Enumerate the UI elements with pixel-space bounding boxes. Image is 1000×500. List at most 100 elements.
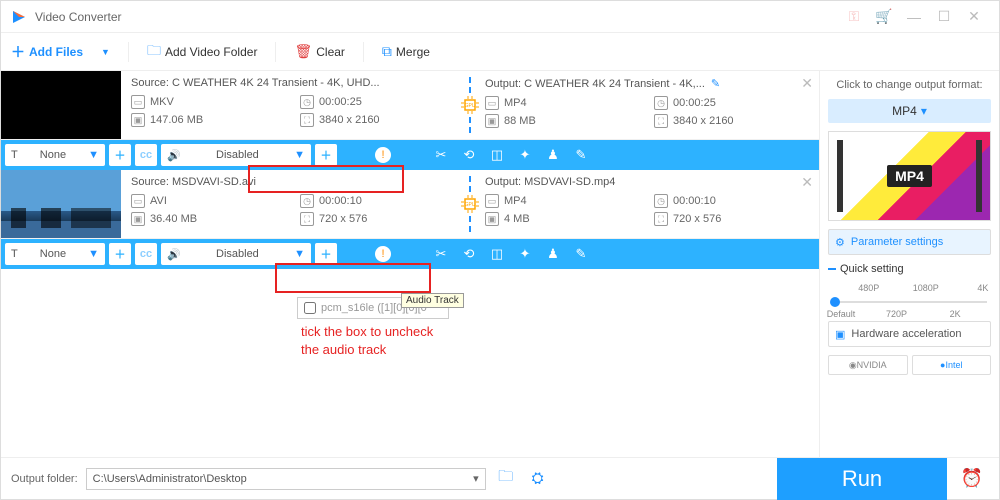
parameter-settings-button[interactable]: ⚙Parameter settings	[828, 229, 991, 255]
minimize-icon[interactable]: —	[899, 9, 929, 25]
nvidia-chip[interactable]: ◉ NVIDIA	[828, 355, 908, 375]
audio-track-checkbox[interactable]	[304, 302, 316, 314]
format-icon: ▭	[131, 194, 145, 208]
add-files-dropdown-icon[interactable]: ▼	[101, 47, 110, 57]
cc-button[interactable]: cc	[135, 243, 157, 265]
resolution-icon: ⛶	[654, 114, 668, 128]
add-subtitle-button[interactable]: ＋	[109, 243, 131, 265]
duration-icon: ◷	[300, 95, 314, 109]
duration-icon: ◷	[300, 194, 314, 208]
size-icon: ▣	[485, 212, 499, 226]
output-format-title: Click to change output format:	[828, 79, 991, 91]
video-thumbnail[interactable]	[1, 71, 121, 139]
output-filename: Output: C WEATHER 4K 24 Transient - 4K,.…	[485, 78, 705, 90]
format-icon: ▭	[485, 96, 499, 110]
format-preview[interactable]: MP4	[828, 131, 991, 221]
side-panel: Click to change output format: MP4▾ MP4 …	[819, 71, 999, 457]
watermark-icon[interactable]: ♟	[541, 243, 565, 265]
add-subtitle-button[interactable]: ＋	[109, 144, 131, 166]
title-bar: Video Converter ⚿ 🛒 — ☐ ✕	[1, 1, 999, 33]
add-files-button[interactable]: ＋Add Files	[11, 42, 83, 62]
format-icon: ▭	[131, 95, 145, 109]
video-thumbnail[interactable]	[1, 170, 121, 238]
audio-select[interactable]: 🔊Disabled▼	[161, 243, 311, 265]
edit-output-icon[interactable]: ✎	[711, 78, 720, 90]
size-icon: ▣	[131, 113, 145, 127]
maximize-icon[interactable]: ☐	[929, 8, 959, 25]
gpu-icon: GPU	[459, 193, 481, 215]
subtitle-select[interactable]: TNone▼	[5, 243, 105, 265]
subtitle-select[interactable]: TNone▼	[5, 144, 105, 166]
edit-icon[interactable]: ✎	[569, 243, 593, 265]
source-filename: Source: C WEATHER 4K 24 Transient - 4K, …	[131, 77, 455, 89]
audio-track-tooltip: Audio Track	[401, 293, 464, 308]
open-folder-icon[interactable]: 🗀	[494, 466, 518, 491]
remove-item-icon[interactable]: ✕	[801, 75, 813, 92]
svg-text:GPU: GPU	[465, 103, 476, 109]
toolbar: ＋Add Files ▼ 🗀Add Video Folder 🗑Clear ⧉M…	[1, 33, 999, 71]
folder-icon: 🗀	[147, 40, 161, 64]
file-item: Source: MSDVAVI-SD.avi ▭AVI ◷00:00:10 ▣3…	[1, 170, 819, 239]
speaker-icon: 🔊	[167, 248, 181, 261]
cc-button[interactable]: cc	[135, 144, 157, 166]
output-folder-input[interactable]: C:\Users\Administrator\Desktop▾	[86, 468, 486, 490]
merge-button[interactable]: ⧉Merge	[382, 43, 430, 60]
sliders-icon: ⚙	[835, 236, 845, 249]
edit-icon[interactable]: ✎	[569, 144, 593, 166]
cut-icon[interactable]: ✂	[429, 243, 453, 265]
audio-select[interactable]: 🔊Disabled▼	[161, 144, 311, 166]
close-icon[interactable]: ✕	[959, 8, 989, 25]
remove-item-icon[interactable]: ✕	[801, 174, 813, 191]
resolution-icon: ⛶	[654, 212, 668, 226]
rotate-icon[interactable]: ⟲	[457, 243, 481, 265]
add-audio-button[interactable]: ＋	[315, 243, 337, 265]
speaker-icon: 🔊	[167, 149, 181, 162]
file-item: Source: C WEATHER 4K 24 Transient - 4K, …	[1, 71, 819, 140]
crop-icon[interactable]: ◫	[485, 144, 509, 166]
register-icon[interactable]: ⚿	[839, 8, 869, 25]
info-icon[interactable]: !	[375, 246, 391, 262]
scheduler-icon[interactable]: ⏰	[955, 468, 989, 489]
resolution-icon: ⛶	[300, 113, 314, 127]
gpu-icon: GPU	[459, 94, 481, 116]
chip-icon: ▣	[835, 328, 845, 341]
bottom-bar: Output folder: C:\Users\Administrator\De…	[1, 457, 999, 499]
crop-icon[interactable]: ◫	[485, 243, 509, 265]
resolution-icon: ⛶	[300, 212, 314, 226]
add-audio-button[interactable]: ＋	[315, 144, 337, 166]
cut-icon[interactable]: ✂	[429, 144, 453, 166]
rotate-icon[interactable]: ⟲	[457, 144, 481, 166]
duration-icon: ◷	[654, 194, 668, 208]
caret-down-icon: ▾	[921, 104, 927, 118]
output-filename: Output: MSDVAVI-SD.mp4	[485, 176, 809, 188]
quality-slider[interactable]: 480P 1080P 4K Default 720P 2K	[828, 283, 991, 313]
size-icon: ▣	[131, 212, 145, 226]
output-folder-label: Output folder:	[11, 473, 78, 485]
svg-text:GPU: GPU	[465, 202, 476, 208]
app-title: Video Converter	[35, 10, 839, 24]
size-icon: ▣	[485, 114, 499, 128]
item-action-bar: TNone▼ ＋ cc 🔊Disabled▼ ＋ ! ✂ ⟲ ◫ ✦ ♟ ✎	[1, 239, 819, 269]
effects-icon[interactable]: ✦	[513, 243, 537, 265]
effects-icon[interactable]: ✦	[513, 144, 537, 166]
intel-chip[interactable]: ● Intel	[912, 355, 992, 375]
info-icon[interactable]: !	[375, 147, 391, 163]
trash-icon: 🗑	[294, 43, 312, 60]
quick-setting-label: Quick setting	[828, 263, 991, 275]
watermark-icon[interactable]: ♟	[541, 144, 565, 166]
output-settings-icon[interactable]: ⛭	[526, 470, 550, 487]
run-button[interactable]: Run	[777, 458, 947, 500]
instruction-annotation: tick the box to uncheck the audio track	[301, 323, 433, 359]
slider-thumb[interactable]	[830, 297, 840, 307]
output-format-button[interactable]: MP4▾	[828, 99, 991, 123]
source-filename: Source: MSDVAVI-SD.avi	[131, 176, 455, 188]
format-icon: ▭	[485, 194, 499, 208]
duration-icon: ◷	[654, 96, 668, 110]
hardware-accel-button[interactable]: ▣Hardware acceleration	[828, 321, 991, 347]
merge-icon: ⧉	[382, 43, 392, 60]
cart-icon[interactable]: 🛒	[869, 8, 899, 25]
app-logo-icon	[11, 9, 27, 25]
add-video-folder-button[interactable]: 🗀Add Video Folder	[147, 40, 258, 64]
clear-button[interactable]: 🗑Clear	[294, 43, 344, 60]
item-action-bar: TNone▼ ＋ cc 🔊Disabled▼ ＋ ! ✂ ⟲ ◫ ✦ ♟ ✎	[1, 140, 819, 170]
